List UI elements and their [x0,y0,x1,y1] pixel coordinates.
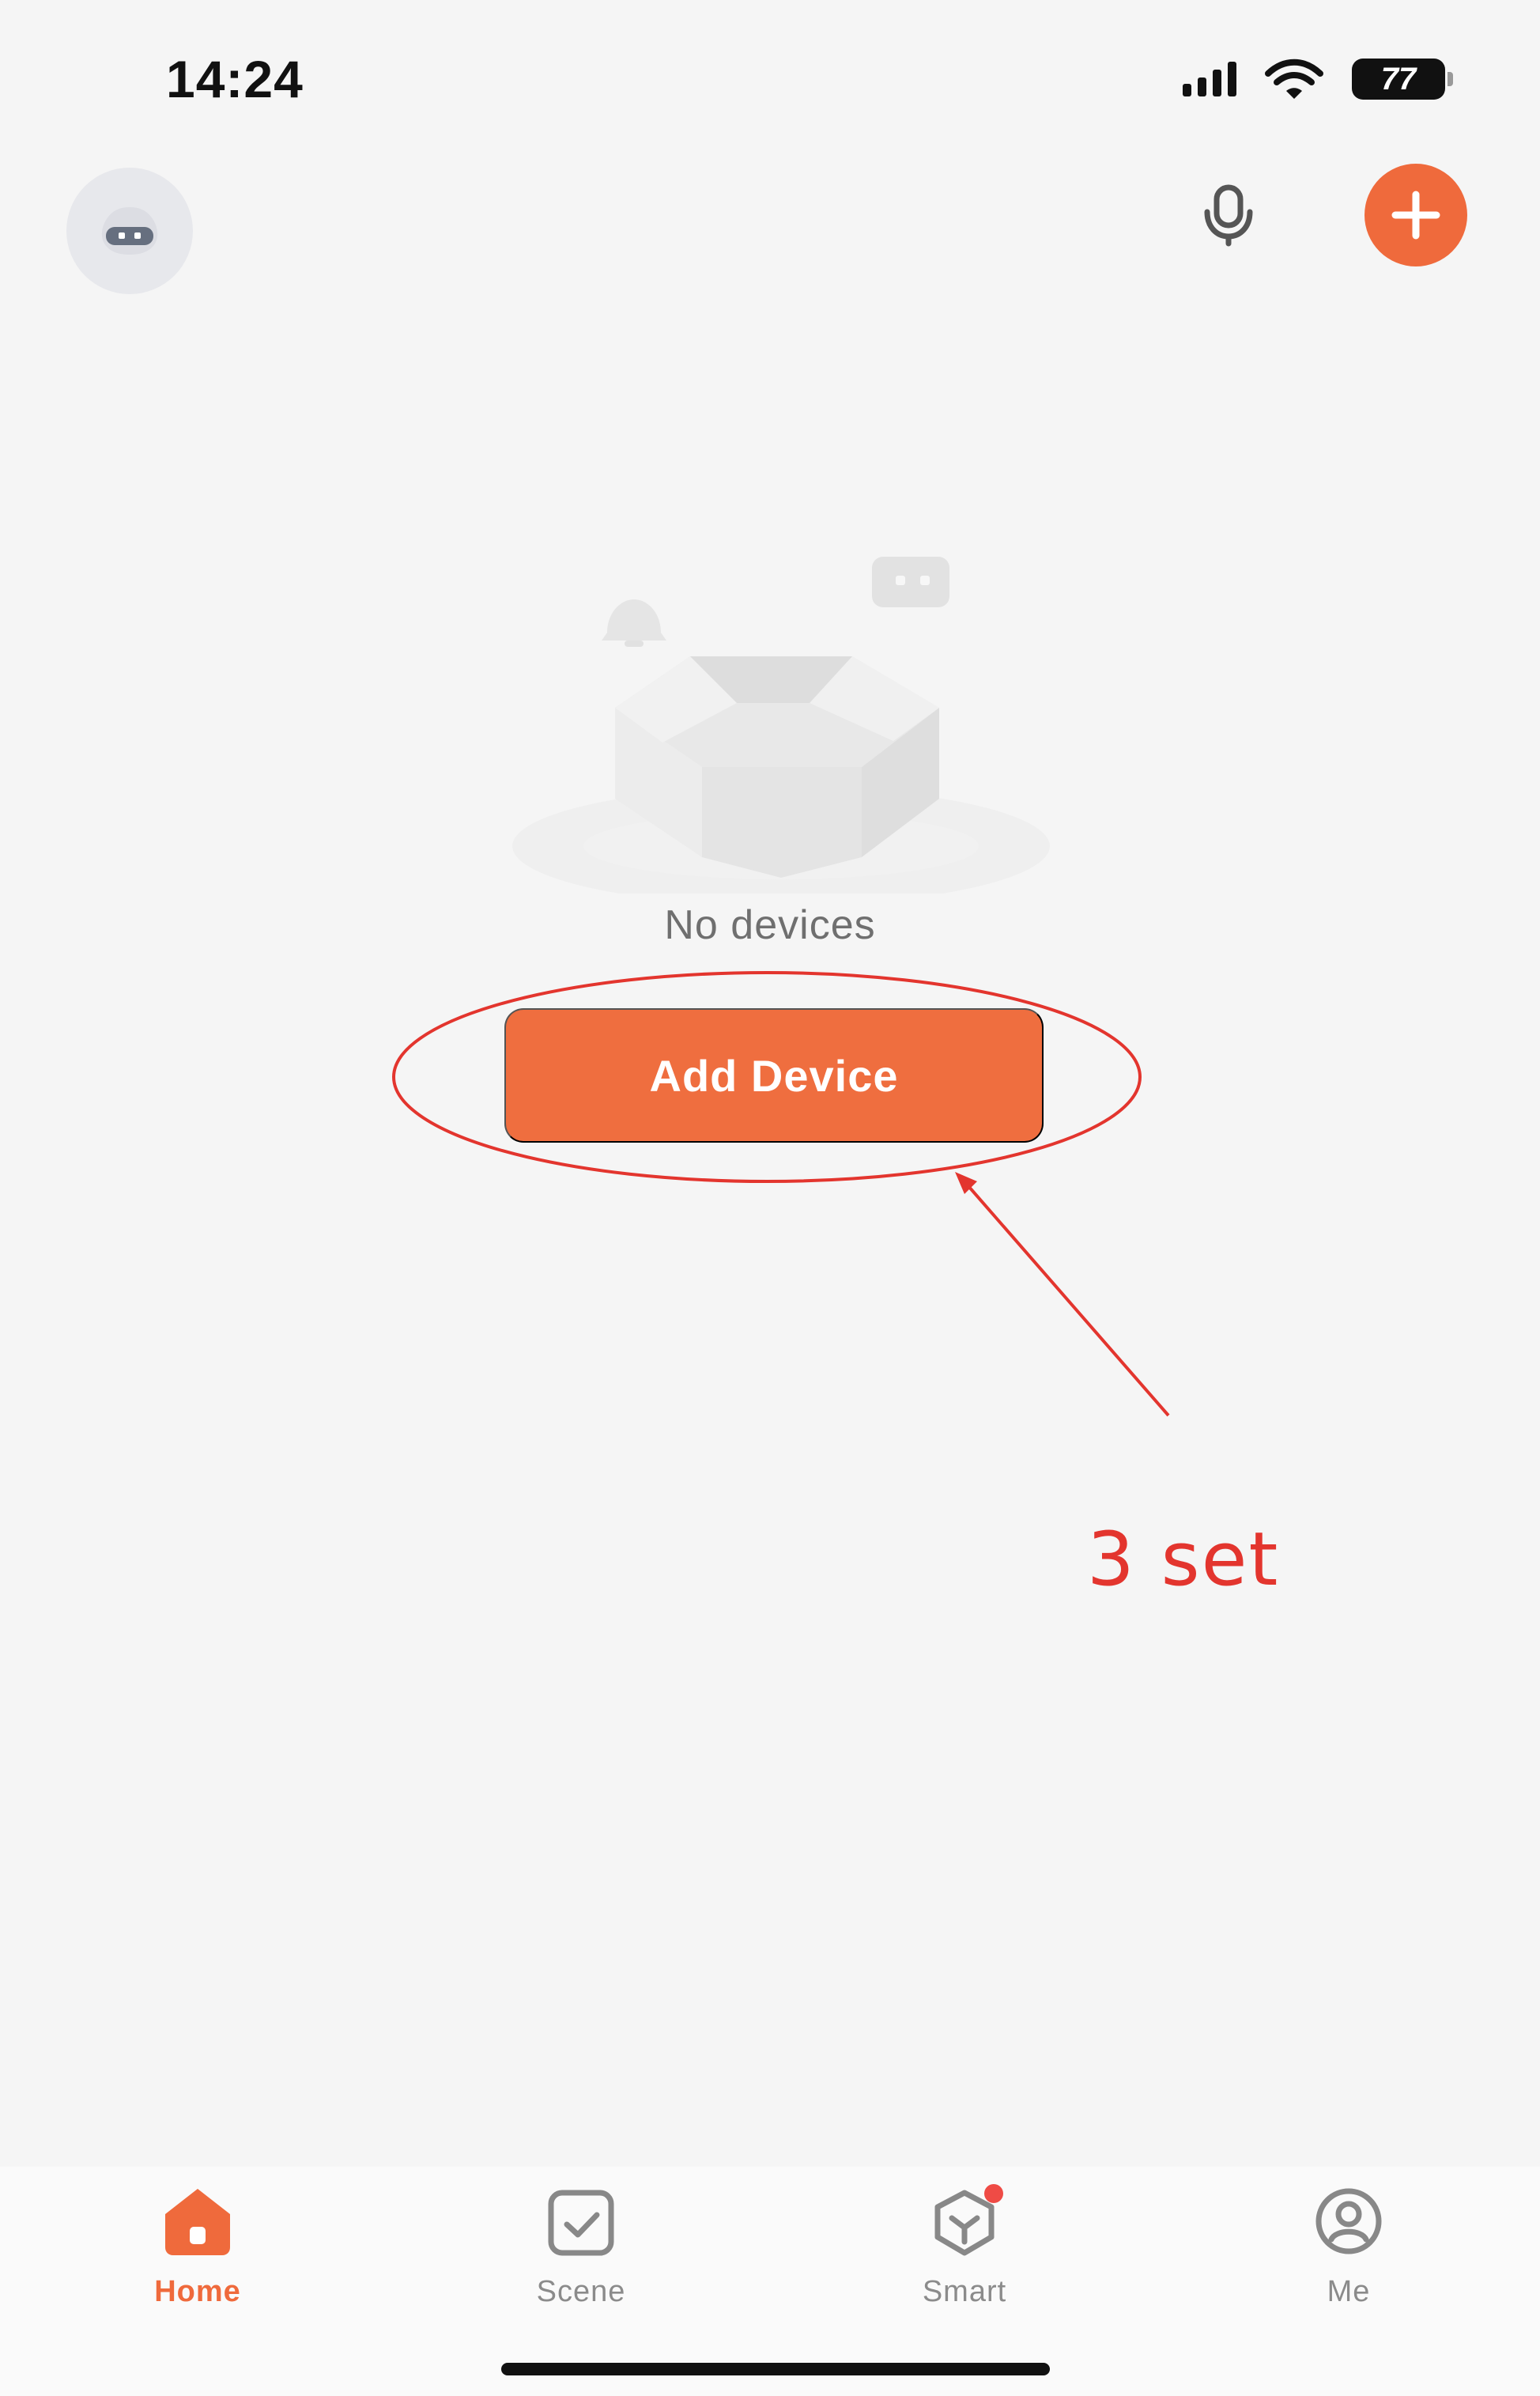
battery-level: 77 [1380,61,1417,96]
wifi-icon [1265,59,1323,99]
tab-smart-label: Smart [922,2275,1007,2308]
notification-dot [984,2184,1003,2203]
status-icons: 77 [1183,57,1453,101]
annotation-overlay [392,971,1170,1417]
plus-icon [1391,191,1440,240]
smart-icon [921,2182,1008,2261]
tab-me[interactable]: Me [1246,2182,1451,2309]
tab-home[interactable]: Home [95,2182,300,2309]
add-button[interactable] [1364,164,1467,266]
cellular-signal-icon [1183,62,1236,96]
tab-me-label: Me [1327,2275,1371,2308]
status-time: 14:24 [166,50,304,108]
home-indicator[interactable] [501,2363,1050,2375]
scene-icon [538,2182,625,2261]
tab-scene-label: Scene [536,2275,626,2308]
add-device-button[interactable]: Add Device [504,1008,1044,1143]
empty-box-illustration [512,557,1050,894]
app-screen: 14:24 77 No devices Add Device 3 set Hom… [0,0,1540,2396]
tab-home-label: Home [154,2275,241,2308]
tab-smart[interactable]: Smart [862,2182,1067,2309]
avatar-icon [101,207,158,255]
microphone-icon [1204,184,1253,247]
battery-icon: 77 [1352,59,1453,100]
profile-icon [1305,2182,1392,2261]
home-avatar-button[interactable] [66,168,193,294]
annotation-arrow-line [961,1178,1170,1417]
tab-scene[interactable]: Scene [478,2182,684,2309]
empty-state-text: No devices [664,902,876,948]
voice-button[interactable] [1181,168,1276,263]
annotation-arrowhead [955,1172,977,1194]
annotation-text: 3 set [1087,1517,1280,1603]
home-icon [154,2182,241,2261]
